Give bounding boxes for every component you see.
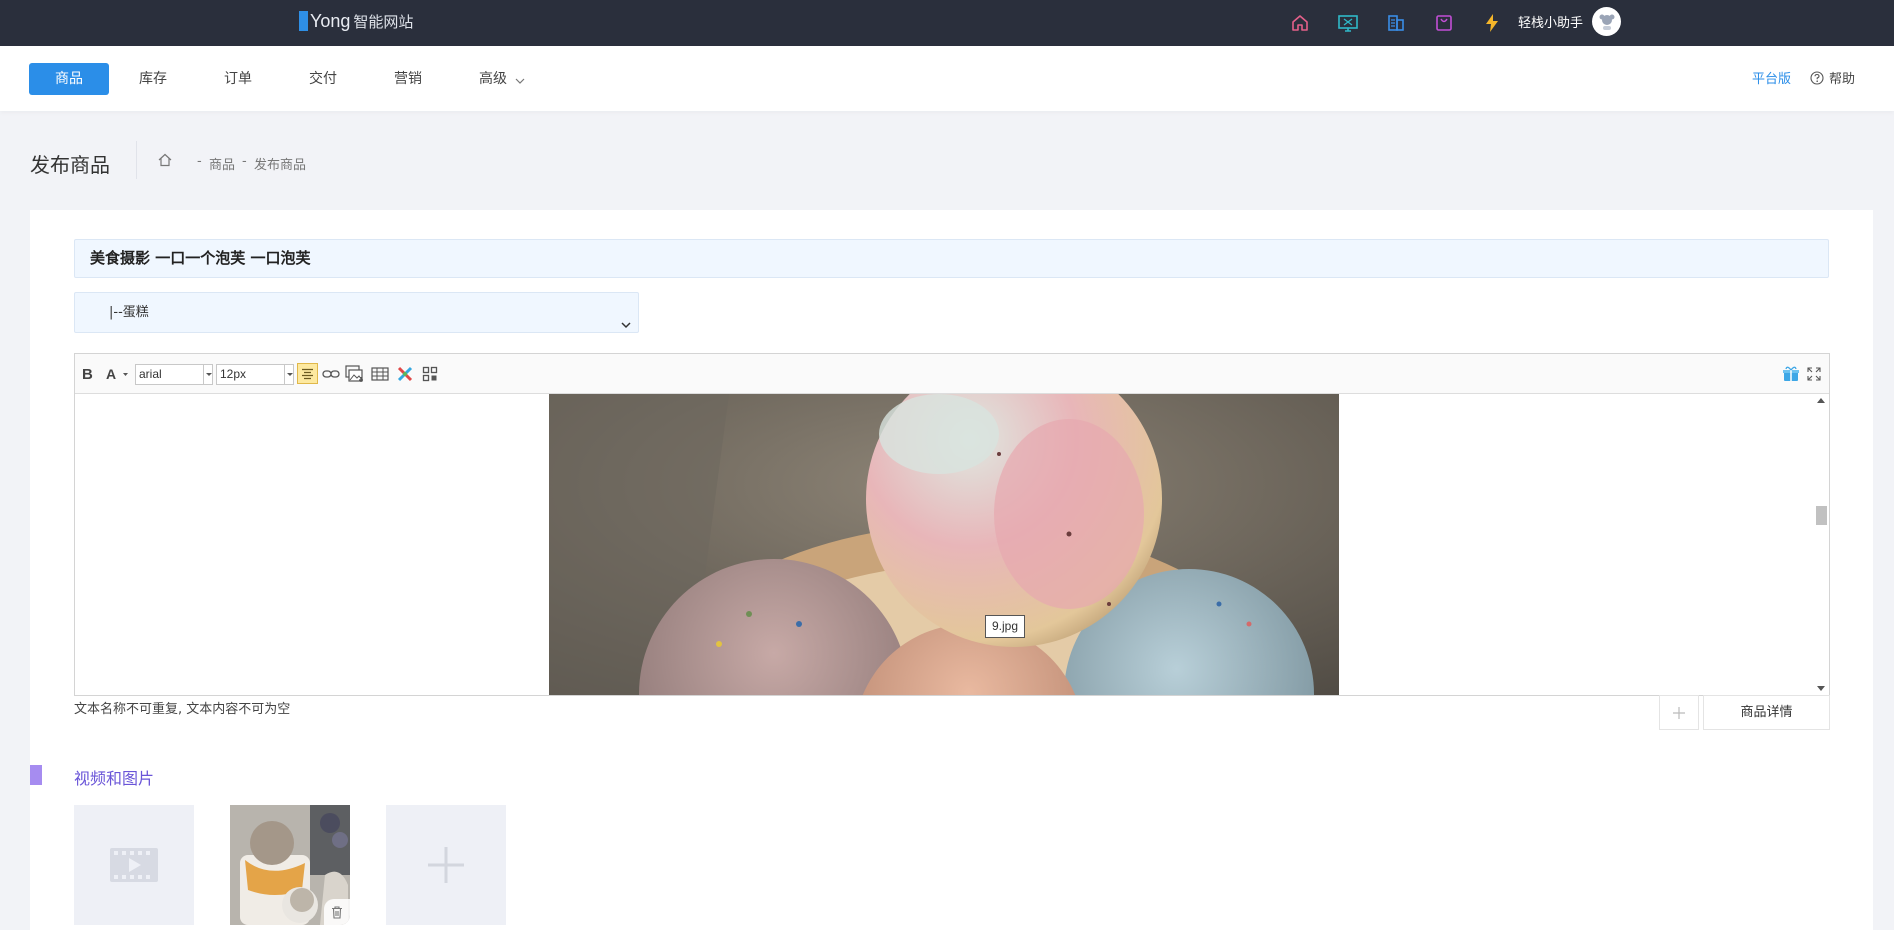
building-icon[interactable] [1384,11,1408,35]
help-label: 帮助 [1829,72,1856,87]
nav-item-advanced[interactable]: 高级 [473,63,513,95]
logo-text: Yong [310,10,351,31]
nav-item-marketing[interactable]: 营销 [388,63,428,95]
video-icon [110,848,158,882]
breadcrumb-home-icon[interactable] [157,152,173,172]
template-icon[interactable] [420,364,440,384]
logo[interactable]: Yong 智能网站 [299,10,413,32]
help-link[interactable]: 帮助 [1810,68,1855,87]
link-icon[interactable] [321,364,341,384]
logo-mark [299,11,308,31]
scroll-down-icon[interactable] [1817,686,1825,691]
logo-subtitle: 智能网站 [353,12,414,31]
font-size-select[interactable]: 12px [216,364,294,385]
product-image-thumbnail[interactable] [230,805,350,925]
category-value: |--蛋糕 [109,305,149,320]
dropdown-arrow-icon [203,365,212,384]
avatar[interactable] [1592,7,1621,36]
top-bar: Yong 智能网站 轻栈小助手 [0,0,1894,46]
breadcrumb-products[interactable]: 商品 [209,154,235,173]
lightning-icon[interactable] [1480,11,1504,35]
add-image-button[interactable] [386,805,506,925]
chevron-down-icon[interactable] [514,74,526,90]
help-icon [1810,70,1824,85]
scrollbar-thumb[interactable] [1816,506,1827,525]
home-icon[interactable] [1288,11,1312,35]
page-title: 发布商品 [30,153,110,177]
delete-image-button[interactable] [324,899,350,925]
divider [136,141,137,179]
font-color-icon[interactable]: A [105,364,131,384]
nav-item-orders[interactable]: 订单 [218,63,258,95]
align-center-icon[interactable] [297,363,318,384]
editor-content[interactable]: 9.jpg [75,394,1813,695]
breadcrumb-separator: - [242,154,247,169]
section-marker [30,765,42,785]
image-filename-tooltip: 9.jpg [985,615,1026,638]
svg-text:B: B [82,366,93,382]
font-size-value: 12px [220,367,247,381]
nav-item-delivery[interactable]: 交付 [303,63,343,95]
plus-icon [428,847,464,883]
scroll-up-icon[interactable] [1817,398,1825,403]
editor-scrollbar[interactable] [1812,394,1829,695]
product-title-input[interactable]: 美食摄影 一口一个泡芙 一口泡芙 [74,239,1829,278]
editor-hint: 文本名称不可重复, 文本内容不可为空 [74,702,291,717]
svg-text:A: A [106,366,116,382]
dessert-photo[interactable] [549,394,1339,695]
upload-video-button[interactable] [74,805,194,925]
nav-item-inventory[interactable]: 库存 [133,63,173,95]
user-name[interactable]: 轻栈小助手 [1518,12,1583,31]
font-family-value: arial [139,367,162,381]
shopping-bag-icon[interactable] [1432,11,1456,35]
table-icon[interactable] [370,364,390,384]
category-select[interactable]: |--蛋糕 [74,292,639,333]
trash-icon [332,906,342,919]
section-title: 视频和图片 [74,769,155,788]
bold-icon[interactable]: B [80,364,96,384]
main-nav: 商品 库存 订单 交付 营销 高级 平台版 帮助 [0,46,1894,111]
breadcrumb-current: 发布商品 [254,158,307,173]
fullscreen-icon[interactable] [1805,364,1823,384]
editor-toolbar: B A arial 12px [75,354,1829,394]
monitor-icon[interactable] [1336,11,1360,35]
platform-link[interactable]: 平台版 [1752,68,1791,87]
gift-icon[interactable] [1781,364,1801,384]
font-family-select[interactable]: arial [135,364,213,385]
add-tab-button[interactable] [1659,695,1699,730]
plugin-icon[interactable] [395,364,415,384]
chevron-down-icon [620,307,632,346]
rich-text-editor: B A arial 12px 9.jpg [74,353,1830,696]
tab-product-details[interactable]: 商品详情 [1703,695,1830,730]
publish-form-card: 美食摄影 一口一个泡芙 一口泡芙 |--蛋糕 B A arial 12px 9.… [30,210,1873,930]
breadcrumb-separator: - [197,154,202,169]
insert-image-icon[interactable] [345,364,365,384]
dropdown-arrow-icon [284,365,293,384]
plus-icon [1673,706,1685,719]
nav-item-products[interactable]: 商品 [29,63,109,95]
